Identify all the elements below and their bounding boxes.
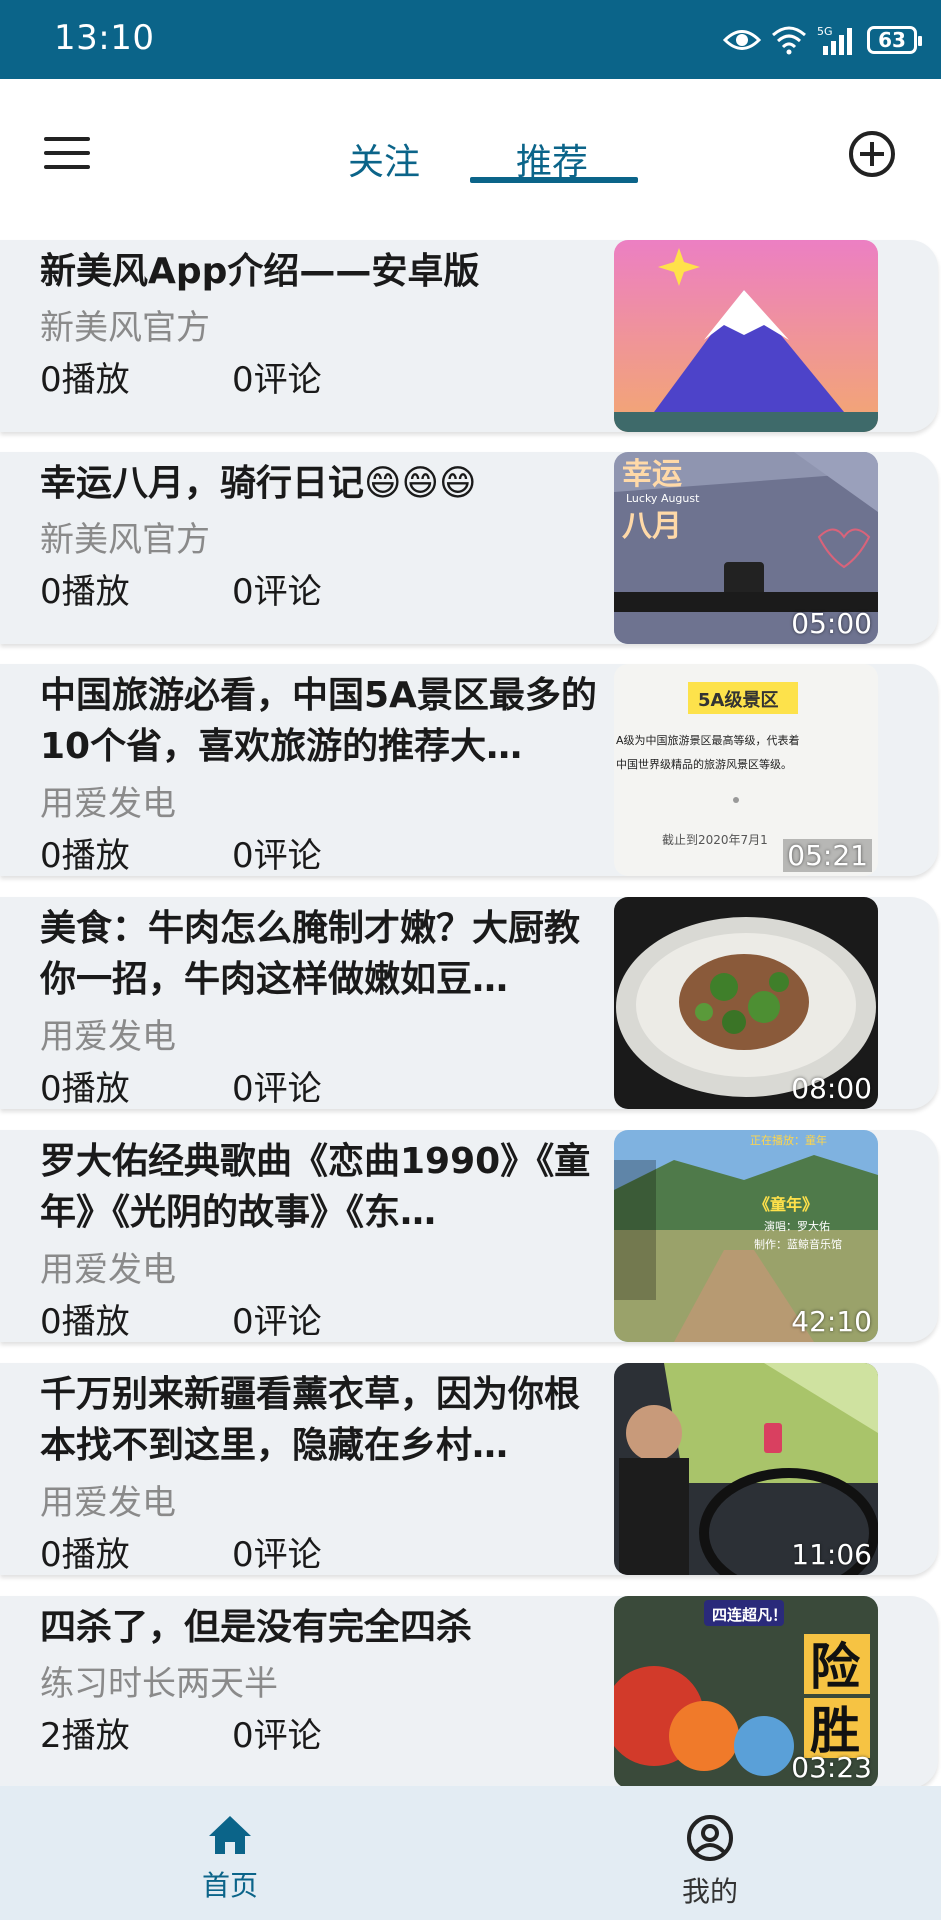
status-time: 13:10: [54, 18, 155, 58]
thumb-text: 截止到2020年7月1: [662, 833, 768, 847]
video-author: 用爱发电: [40, 784, 176, 824]
thumb-text: 四连超凡！: [712, 1606, 787, 1624]
video-author: 练习时长两天半: [40, 1664, 278, 1704]
play-count: 2播放: [40, 1716, 130, 1756]
video-title: 美食：牛肉怎么腌制才嫩？大厨教你一招，牛肉这样做嫩如豆…: [40, 908, 581, 1000]
video-author: 新美风官方: [40, 308, 210, 348]
video-title: 千万别来新疆看薰衣草，因为你根本找不到这里，隐藏在乡村…: [40, 1374, 581, 1466]
thumb-text: 幸运: [622, 457, 682, 492]
nav-mine-label: 我的: [681, 1875, 738, 1908]
video-card[interactable]: 幸运八月，骑行日记😄😄😄 新美风官方 0播放 0评论 幸运 Lucky Augu…: [0, 452, 938, 644]
thumb-text: A级为中国旅游景区最高等级，代表着: [616, 733, 800, 747]
video-title: 幸运八月，骑行日记😄😄😄: [40, 463, 477, 504]
video-card[interactable]: 中国旅游必看，中国5A景区最多的10个省，喜欢旅游的推荐大… 用爱发电 0播放 …: [0, 664, 938, 876]
video-author: 用爱发电: [40, 1483, 176, 1523]
play-count: 0播放: [40, 1302, 130, 1342]
bottom-navigation: 首页 我的: [0, 1786, 941, 1920]
add-circle-icon[interactable]: [848, 130, 896, 178]
video-duration: 42:10: [791, 1305, 872, 1338]
thumb-text: Lucky August: [626, 492, 700, 505]
video-thumbnail: [614, 240, 878, 432]
svg-text:5G: 5G: [817, 25, 833, 38]
nav-mine[interactable]: 我的: [610, 1786, 810, 1920]
signal-icon: 5G: [817, 25, 852, 55]
video-card[interactable]: 罗大佑经典歌曲《恋曲1990》《童年》《光阴的故事》《东… 用爱发电 0播放 0…: [0, 1130, 938, 1342]
menu-button[interactable]: [44, 137, 90, 171]
thumb-text: 险: [810, 1638, 861, 1696]
video-card[interactable]: 美食：牛肉怎么腌制才嫩？大厨教你一招，牛肉这样做嫩如豆… 用爱发电 0播放 0评…: [0, 897, 938, 1109]
menu-icon: [44, 137, 90, 141]
comment-count: 0评论: [232, 1535, 322, 1575]
video-duration: 03:23: [791, 1751, 872, 1784]
thumb-text: 5A级景区: [698, 689, 778, 711]
home-icon: [209, 1816, 251, 1854]
tab-indicator: [470, 177, 638, 183]
play-count: 0播放: [40, 572, 130, 612]
video-author: 用爱发电: [40, 1250, 176, 1290]
thumb-text: 八月: [622, 509, 682, 544]
video-thumbnail: 08:00: [614, 897, 878, 1109]
video-card[interactable]: 新美风App介绍——安卓版 新美风官方 0播放 0评论: [0, 240, 938, 432]
comment-count: 0评论: [232, 836, 322, 876]
play-count: 0播放: [40, 1069, 130, 1109]
nav-home-label: 首页: [201, 1869, 258, 1902]
eye-icon: [723, 30, 761, 50]
comment-count: 0评论: [232, 360, 322, 400]
thumb-text: 正在播放：童年: [750, 1133, 827, 1147]
video-duration: 11:06: [791, 1538, 872, 1571]
status-bar: 13:10 5G 63: [0, 0, 941, 79]
video-title: 罗大佑经典歌曲《恋曲1990》《童年》《光阴的故事》《东…: [40, 1141, 591, 1233]
video-card[interactable]: 四杀了，但是没有完全四杀 练习时长两天半 2播放 0评论 四连超凡！ 险 胜 0…: [0, 1596, 938, 1788]
video-duration: 08:00: [791, 1072, 872, 1105]
thumb-text: 《童年》: [754, 1195, 818, 1214]
status-icons: 5G 63: [723, 20, 922, 60]
nav-home[interactable]: 首页: [130, 1786, 330, 1920]
video-card[interactable]: 千万别来新疆看薰衣草，因为你根本找不到这里，隐藏在乡村… 用爱发电 0播放 0评…: [0, 1363, 938, 1575]
thumb-text: 中国世界级精品的旅游风景区等级。: [616, 757, 792, 771]
comment-count: 0评论: [232, 1716, 322, 1756]
thumb-text: 演唱：罗大佑: [764, 1219, 830, 1233]
wifi-icon: [772, 26, 806, 55]
play-count: 0播放: [40, 836, 130, 876]
video-thumbnail: 幸运 Lucky August 八月 05:00: [614, 452, 878, 644]
video-author: 用爱发电: [40, 1017, 176, 1057]
comment-count: 0评论: [232, 572, 322, 612]
video-author: 新美风官方: [40, 520, 210, 560]
video-thumbnail: 正在播放：童年 《童年》 演唱：罗大佑 制作：蓝鲸音乐馆 42:10: [614, 1130, 878, 1342]
video-duration: 05:21: [783, 839, 872, 872]
video-thumbnail: 11:06: [614, 1363, 878, 1575]
video-title: 四杀了，但是没有完全四杀: [40, 1607, 473, 1648]
profile-icon: [687, 1815, 733, 1861]
play-count: 0播放: [40, 1535, 130, 1575]
thumb-text: 制作：蓝鲸音乐馆: [754, 1237, 842, 1251]
top-app-bar: 关注 推荐: [0, 79, 941, 229]
comment-count: 0评论: [232, 1069, 322, 1109]
mountain-thumbnail-image: [614, 240, 878, 432]
video-thumbnail: 5A级景区 A级为中国旅游景区最高等级，代表着 中国世界级精品的旅游风景区等级。…: [614, 664, 878, 876]
video-duration: 05:00: [791, 607, 872, 640]
video-thumbnail: 四连超凡！ 险 胜 03:23: [614, 1596, 878, 1788]
video-title: 中国旅游必看，中国5A景区最多的10个省，喜欢旅游的推荐大…: [40, 675, 597, 767]
play-count: 0播放: [40, 360, 130, 400]
video-title: 新美风App介绍——安卓版: [40, 251, 480, 292]
tab-follow[interactable]: 关注: [348, 133, 420, 185]
battery-indicator: 63: [867, 26, 922, 54]
comment-count: 0评论: [232, 1302, 322, 1342]
